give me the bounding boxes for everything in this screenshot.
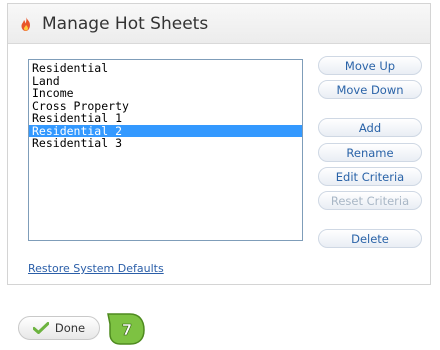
checkmark-icon — [32, 322, 50, 334]
edit-criteria-button[interactable]: Edit Criteria — [318, 167, 422, 186]
step-number-badge: 7 — [106, 310, 146, 346]
list-item[interactable]: Residential — [29, 62, 302, 75]
rename-button[interactable]: Rename — [318, 143, 422, 162]
done-button[interactable]: Done — [18, 316, 100, 340]
reset-criteria-button[interactable]: Reset Criteria — [318, 191, 422, 210]
dialog-title: Manage Hot Sheets — [42, 13, 209, 34]
list-item[interactable]: Residential 1 — [29, 112, 302, 125]
restore-system-defaults-link[interactable]: Restore System Defaults — [28, 262, 164, 275]
dialog-titlebar: Manage Hot Sheets — [8, 4, 430, 44]
add-button[interactable]: Add — [318, 118, 422, 137]
hot-sheets-list[interactable]: Residential Land Income Cross Property R… — [28, 59, 303, 241]
manage-hot-sheets-dialog: Manage Hot Sheets Residential Land Incom… — [7, 3, 431, 285]
delete-button[interactable]: Delete — [318, 229, 422, 248]
done-label: Done — [54, 321, 86, 335]
flame-icon — [18, 16, 34, 32]
list-item[interactable]: Residential 3 — [29, 137, 302, 150]
move-up-button[interactable]: Move Up — [318, 56, 422, 75]
list-item[interactable]: Income — [29, 87, 302, 100]
move-down-button[interactable]: Move Down — [318, 80, 422, 99]
step-number: 7 — [122, 321, 132, 339]
